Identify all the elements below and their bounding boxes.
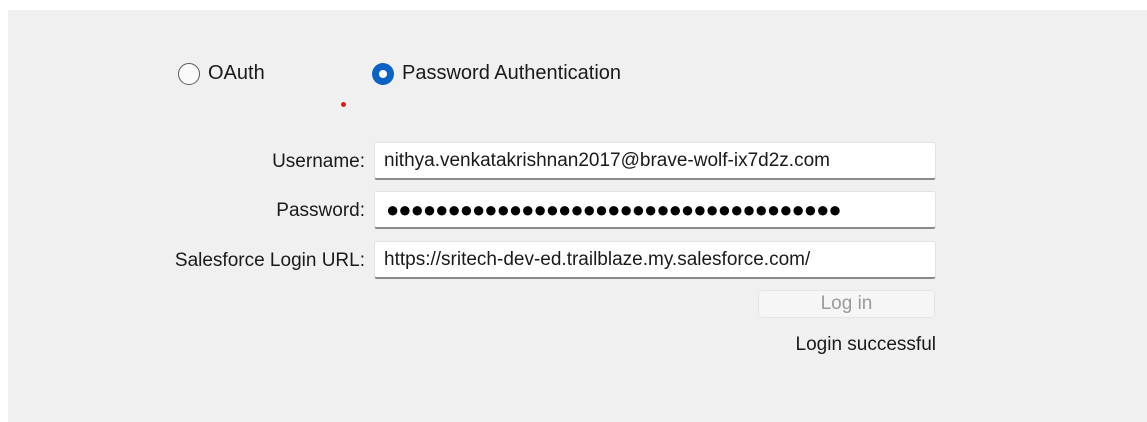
oauth-radio-circle[interactable] [178, 62, 200, 85]
password-input[interactable] [374, 191, 936, 229]
login-url-label: Salesforce Login URL: [174, 250, 365, 271]
login-button[interactable]: Log in [758, 290, 935, 318]
password-label: Password: [276, 200, 365, 221]
oauth-radio-label: OAuth [208, 62, 265, 84]
login-status-message: Login successful [795, 334, 936, 355]
login-url-input[interactable] [374, 241, 936, 279]
password-auth-radio-label: Password Authentication [402, 62, 622, 84]
username-input[interactable] [374, 142, 936, 180]
login-panel: OAuth Password Authentication Username: … [8, 10, 1147, 422]
username-label: Username: [272, 151, 365, 172]
password-auth-radio-circle[interactable] [372, 62, 394, 85]
password-auth-radio[interactable]: Password Authentication [372, 62, 621, 85]
red-marker-dot [341, 102, 346, 107]
oauth-radio[interactable]: OAuth [178, 62, 265, 85]
